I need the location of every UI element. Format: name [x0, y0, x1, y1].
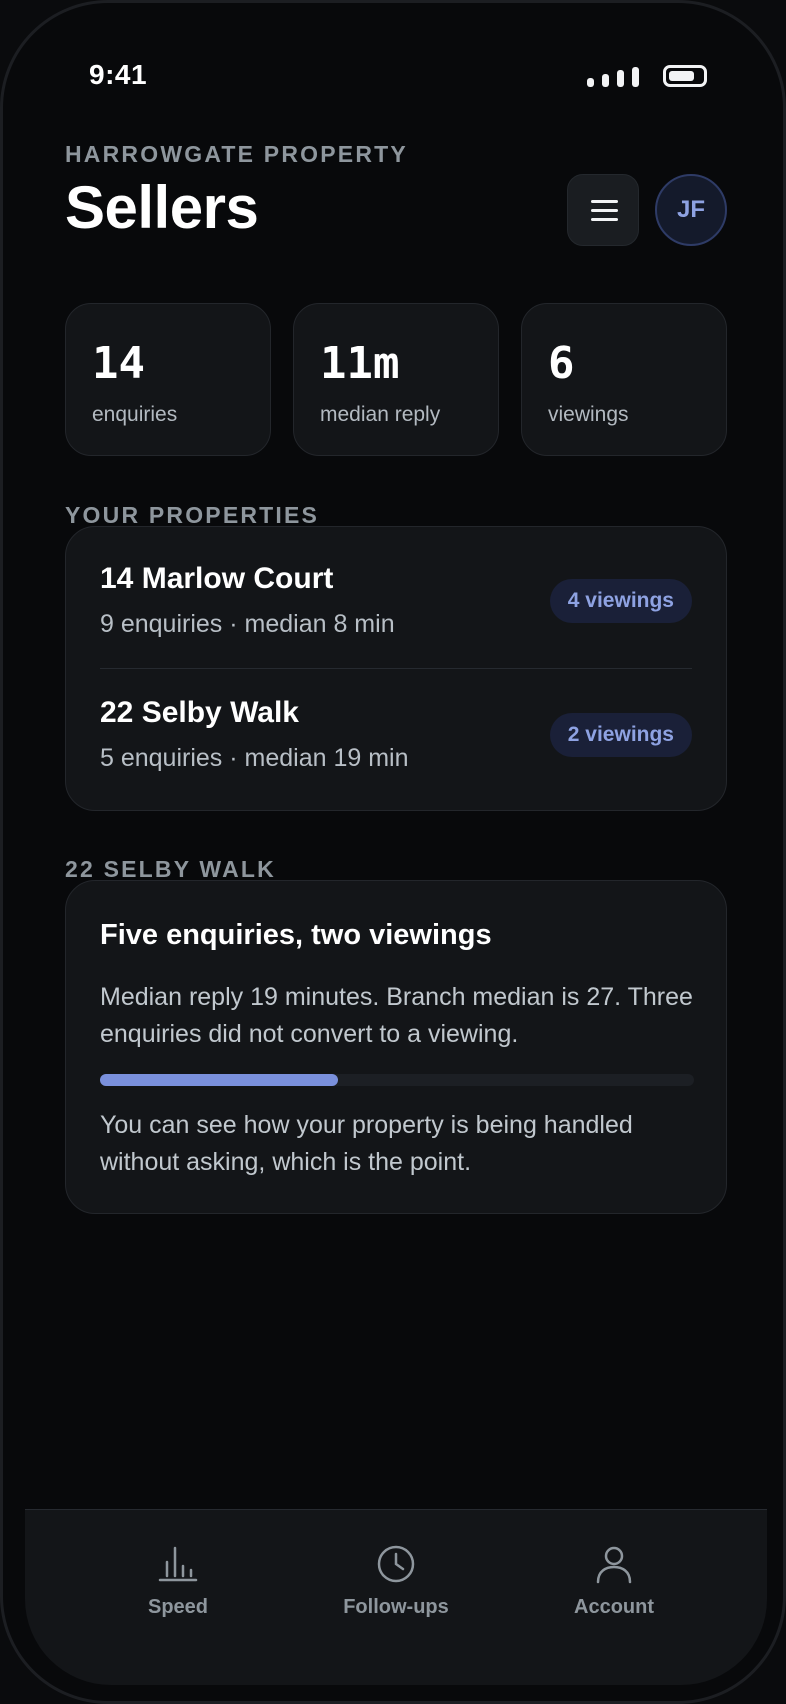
property-row-marlow-court[interactable]: 14 Marlow Court 9 enquiries · median 8 m…: [100, 527, 692, 661]
bar-chart-icon: [158, 1546, 198, 1582]
person-icon: [596, 1546, 632, 1584]
tab-account[interactable]: Account: [514, 1542, 714, 1642]
property-row-selby-walk[interactable]: 22 Selby Walk 5 enquiries · median 19 mi…: [100, 661, 692, 795]
stat-card-enquiries: 14 enquiries: [65, 303, 271, 456]
tab-label: Speed: [147, 1596, 209, 1618]
page-title: Sellers: [65, 174, 259, 241]
tab-label: Follow-ups: [343, 1596, 449, 1618]
tab-speed[interactable]: Speed: [78, 1542, 278, 1642]
section-label-properties: YOUR PROPERTIES: [65, 502, 320, 528]
avatar[interactable]: JF: [655, 174, 727, 246]
status-time: 9:41: [89, 59, 148, 90]
stat-value: 14: [92, 338, 145, 389]
stat-value: 6: [548, 338, 575, 389]
menu-button[interactable]: [567, 174, 639, 246]
stat-value: 11m: [320, 338, 400, 389]
phone-frame: 9:41 HARROWGATE PROPERTY Sellers JF 14 e…: [0, 0, 786, 1704]
insight-title: Five enquiries, two viewings: [100, 919, 492, 951]
section-label-selby-walk: 22 SELBY WALK: [65, 856, 276, 882]
property-name: 14 Marlow Court: [100, 562, 334, 595]
tab-follow-ups[interactable]: Follow-ups: [296, 1542, 496, 1642]
properties-card: 14 Marlow Court 9 enquiries · median 8 m…: [65, 526, 727, 811]
insight-body: Median reply 19 minutes. Branch median i…: [100, 983, 693, 1048]
property-meta: 5 enquiries · median 19 min: [100, 744, 409, 772]
stat-card-median-reply: 11m median reply: [293, 303, 499, 456]
insight-note: You can see how your property is being h…: [100, 1111, 633, 1176]
insight-card: Five enquiries, two viewings Median repl…: [65, 880, 727, 1214]
stat-label: median reply: [320, 403, 441, 426]
battery-icon: [663, 65, 707, 87]
progress-fill: [100, 1074, 338, 1086]
conversion-progress-bar: [100, 1074, 694, 1086]
property-meta: 9 enquiries · median 8 min: [100, 610, 395, 638]
stat-label: enquiries: [92, 403, 178, 426]
company-name: HARROWGATE PROPERTY: [65, 141, 408, 167]
clock-icon: [377, 1545, 415, 1583]
tab-bar: Speed Follow-ups Account: [25, 1509, 767, 1685]
property-name: 22 Selby Walk: [100, 696, 299, 729]
viewings-badge: 2 viewings: [549, 713, 692, 757]
status-bar: 9:41: [3, 3, 783, 153]
stat-label: viewings: [548, 403, 629, 426]
viewings-badge: 4 viewings: [549, 579, 692, 623]
stat-card-viewings: 6 viewings: [521, 303, 727, 456]
tab-label: Account: [574, 1596, 654, 1618]
signal-icon: [587, 67, 641, 87]
